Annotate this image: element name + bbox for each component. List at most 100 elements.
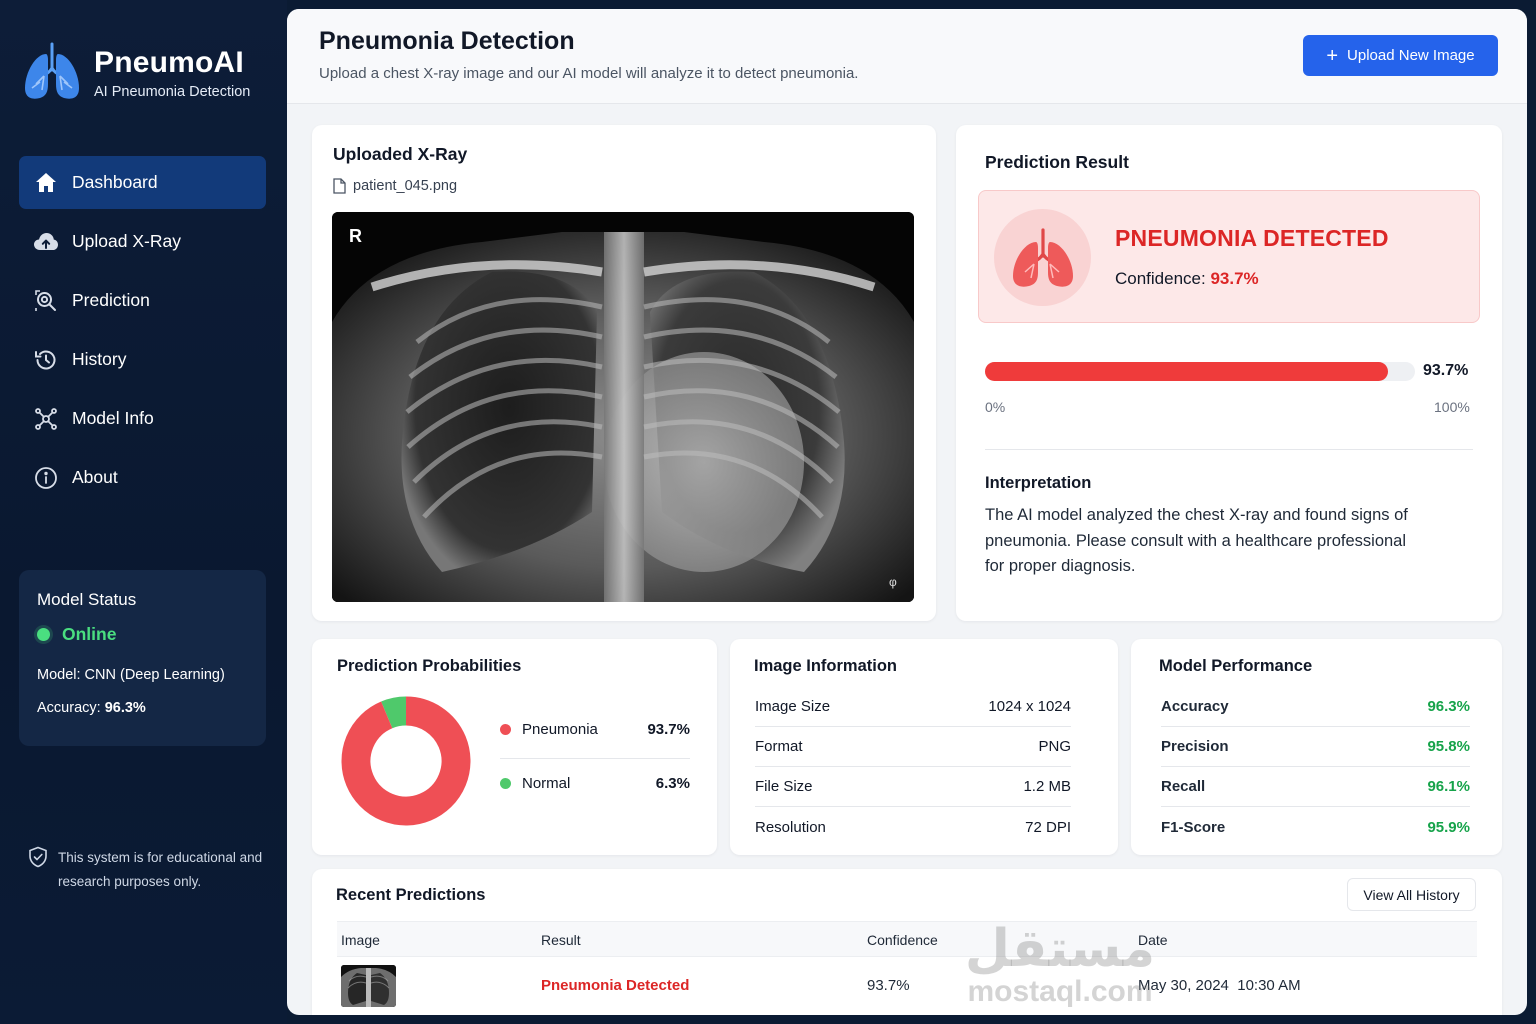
legend-item-normal: Normal 6.3% [500,775,690,792]
legend-divider [500,758,690,759]
legend-item-pneumonia: Pneumonia 93.7% [500,721,690,738]
xray-card-title: Uploaded X-Ray [333,144,468,164]
xray-filename: patient_045.png [333,178,457,194]
model-type: Model: CNN (Deep Learning) [37,667,225,683]
prediction-confidence: Confidence: 93.7% [1115,269,1259,289]
network-icon [33,406,59,432]
recent-predictions-card: Recent Predictions View All History Imag… [312,869,1502,1015]
info-key: Format [755,738,803,755]
interpretation-title: Interpretation [985,474,1092,492]
metric-value: 96.1% [1427,778,1470,795]
page-subtitle: Upload a chest X-ray image and our AI mo… [319,65,859,82]
page-title: Pneumonia Detection [319,27,575,55]
xray-image[interactable]: φ R [332,212,914,602]
xray-side-marker: R [349,226,362,246]
legend-label: Pneumonia [522,721,598,738]
sidebar-item-label: Prediction [72,290,150,310]
prediction-card-title: Prediction Result [985,152,1129,172]
image-info-row: Image Size 1024 x 1024 [755,687,1071,727]
history-icon [33,347,59,373]
confidence-label: Confidence: [1115,269,1206,288]
page-header: Pneumonia Detection Upload a chest X-ray… [287,9,1527,104]
metric-name: Precision [1161,738,1229,755]
prediction-probabilities-card: Prediction Probabilities Pneumonia 93.7%… [312,639,717,855]
metric-value: 95.9% [1427,818,1470,836]
sidebar-item-prediction[interactable]: Prediction [19,274,266,327]
file-icon [333,178,346,194]
table-header: Image Result Confidence Date [337,921,1477,957]
online-dot-icon [37,628,50,641]
row-confidence: 93.7% [867,977,910,994]
model-accuracy: Accuracy: 96.3% [37,700,248,716]
sidebar-item-model-info[interactable]: Model Info [19,392,266,445]
model-status-state: Online [37,624,248,645]
view-all-history-button[interactable]: View All History [1347,878,1476,911]
info-value: 1.2 MB [1023,778,1071,795]
image-info-row: File Size 1.2 MB [755,767,1071,807]
metric-name: Recall [1161,778,1206,795]
probability-donut-chart [341,696,471,826]
confidence-bar-percent: 93.7% [1423,362,1469,379]
model-performance-title: Model Performance [1159,657,1313,675]
cloud-upload-icon [33,229,59,255]
model-performance-list: Accuracy 96.3% Precision 95.8% Recall 96.1%… [1161,687,1470,847]
info-icon [33,465,59,491]
model-status-title: Model Status [37,590,137,609]
sidebar-item-about[interactable]: About [19,451,266,504]
legend-value: 6.3% [655,775,690,792]
info-value: PNG [1038,738,1071,755]
brand[interactable]: PneumoAI AI Pneumonia Detection [22,40,250,104]
metric-value: 95.8% [1427,738,1470,755]
sidebar-item-label: History [72,349,127,369]
divider [985,449,1473,450]
info-key: Image Size [755,698,831,715]
sidebar-item-label: About [72,467,118,487]
home-icon [33,170,59,196]
app-title: PneumoAI [94,45,244,79]
image-information-card: Image Information Image Size 1024 x 1024 … [730,639,1118,855]
sidebar-item-dashboard[interactable]: Dashboard [19,156,266,209]
performance-row: Precision 95.8% [1161,727,1470,767]
table-row[interactable]: Pneumonia Detected 93.7% May 30, 2024 10… [337,957,1477,1015]
lungs-logo-icon [25,42,79,99]
model-accuracy-value: 96.3% [104,700,146,716]
column-header-image[interactable]: Image [341,932,380,948]
column-header-result[interactable]: Result [541,932,581,948]
metric-name: F1-Score [1161,818,1226,836]
image-info-title: Image Information [754,657,898,675]
model-status-card: Model Status Online Model: CNN (Deep Lea… [19,570,266,746]
legend-value: 93.7% [647,721,690,738]
confidence-bar-fill [985,362,1388,381]
info-value: 72 DPI [1025,818,1071,836]
upload-new-image-button[interactable]: + Upload New Image [1303,35,1498,76]
sidebar-item-history[interactable]: History [19,333,266,386]
normal-dot-icon [500,778,511,789]
uploaded-xray-card: Uploaded X-Ray patient_045.png φ R [312,125,936,621]
row-date: May 30, 2024 10:30 AM [1138,977,1301,994]
xray-thumbnail[interactable] [341,965,396,1007]
row-result: Pneumonia Detected [541,977,690,994]
model-status-state-label: Online [62,624,117,644]
model-performance-card: Model Performance Accuracy 96.3% Precisio… [1131,639,1502,855]
xray-picture: φ [332,212,914,602]
sidebar-item-label: Upload X-Ray [72,231,181,251]
metric-name: Accuracy [1161,698,1229,715]
sidebar-item-upload-xray[interactable]: Upload X-Ray [19,215,266,268]
image-info-row: Resolution 72 DPI [755,807,1071,847]
probabilities-title: Prediction Probabilities [337,657,522,675]
column-header-confidence[interactable]: Confidence [867,932,938,948]
prediction-result-card: Prediction Result PNEUMONIA DETECTED Con… [956,125,1502,621]
info-key: File Size [755,778,813,795]
prediction-alert: PNEUMONIA DETECTED Confidence: 93.7% [978,190,1480,323]
main-content: Pneumonia Detection Upload a chest X-ray… [287,9,1527,1015]
sidebar-nav: Dashboard Upload X-Ray Prediction Histor… [19,156,266,510]
performance-row: F1-Score 95.9% [1161,807,1470,847]
column-header-date[interactable]: Date [1138,932,1168,948]
legend-label: Normal [522,775,571,792]
pneumonia-dot-icon [500,724,511,735]
prediction-result-label: PNEUMONIA DETECTED [1115,225,1389,251]
image-info-list: Image Size 1024 x 1024 Format PNG File Siz… [755,687,1071,847]
upload-button-label: Upload New Image [1347,47,1475,64]
sidebar-item-label: Dashboard [72,172,158,192]
metric-value: 96.3% [1427,698,1470,715]
